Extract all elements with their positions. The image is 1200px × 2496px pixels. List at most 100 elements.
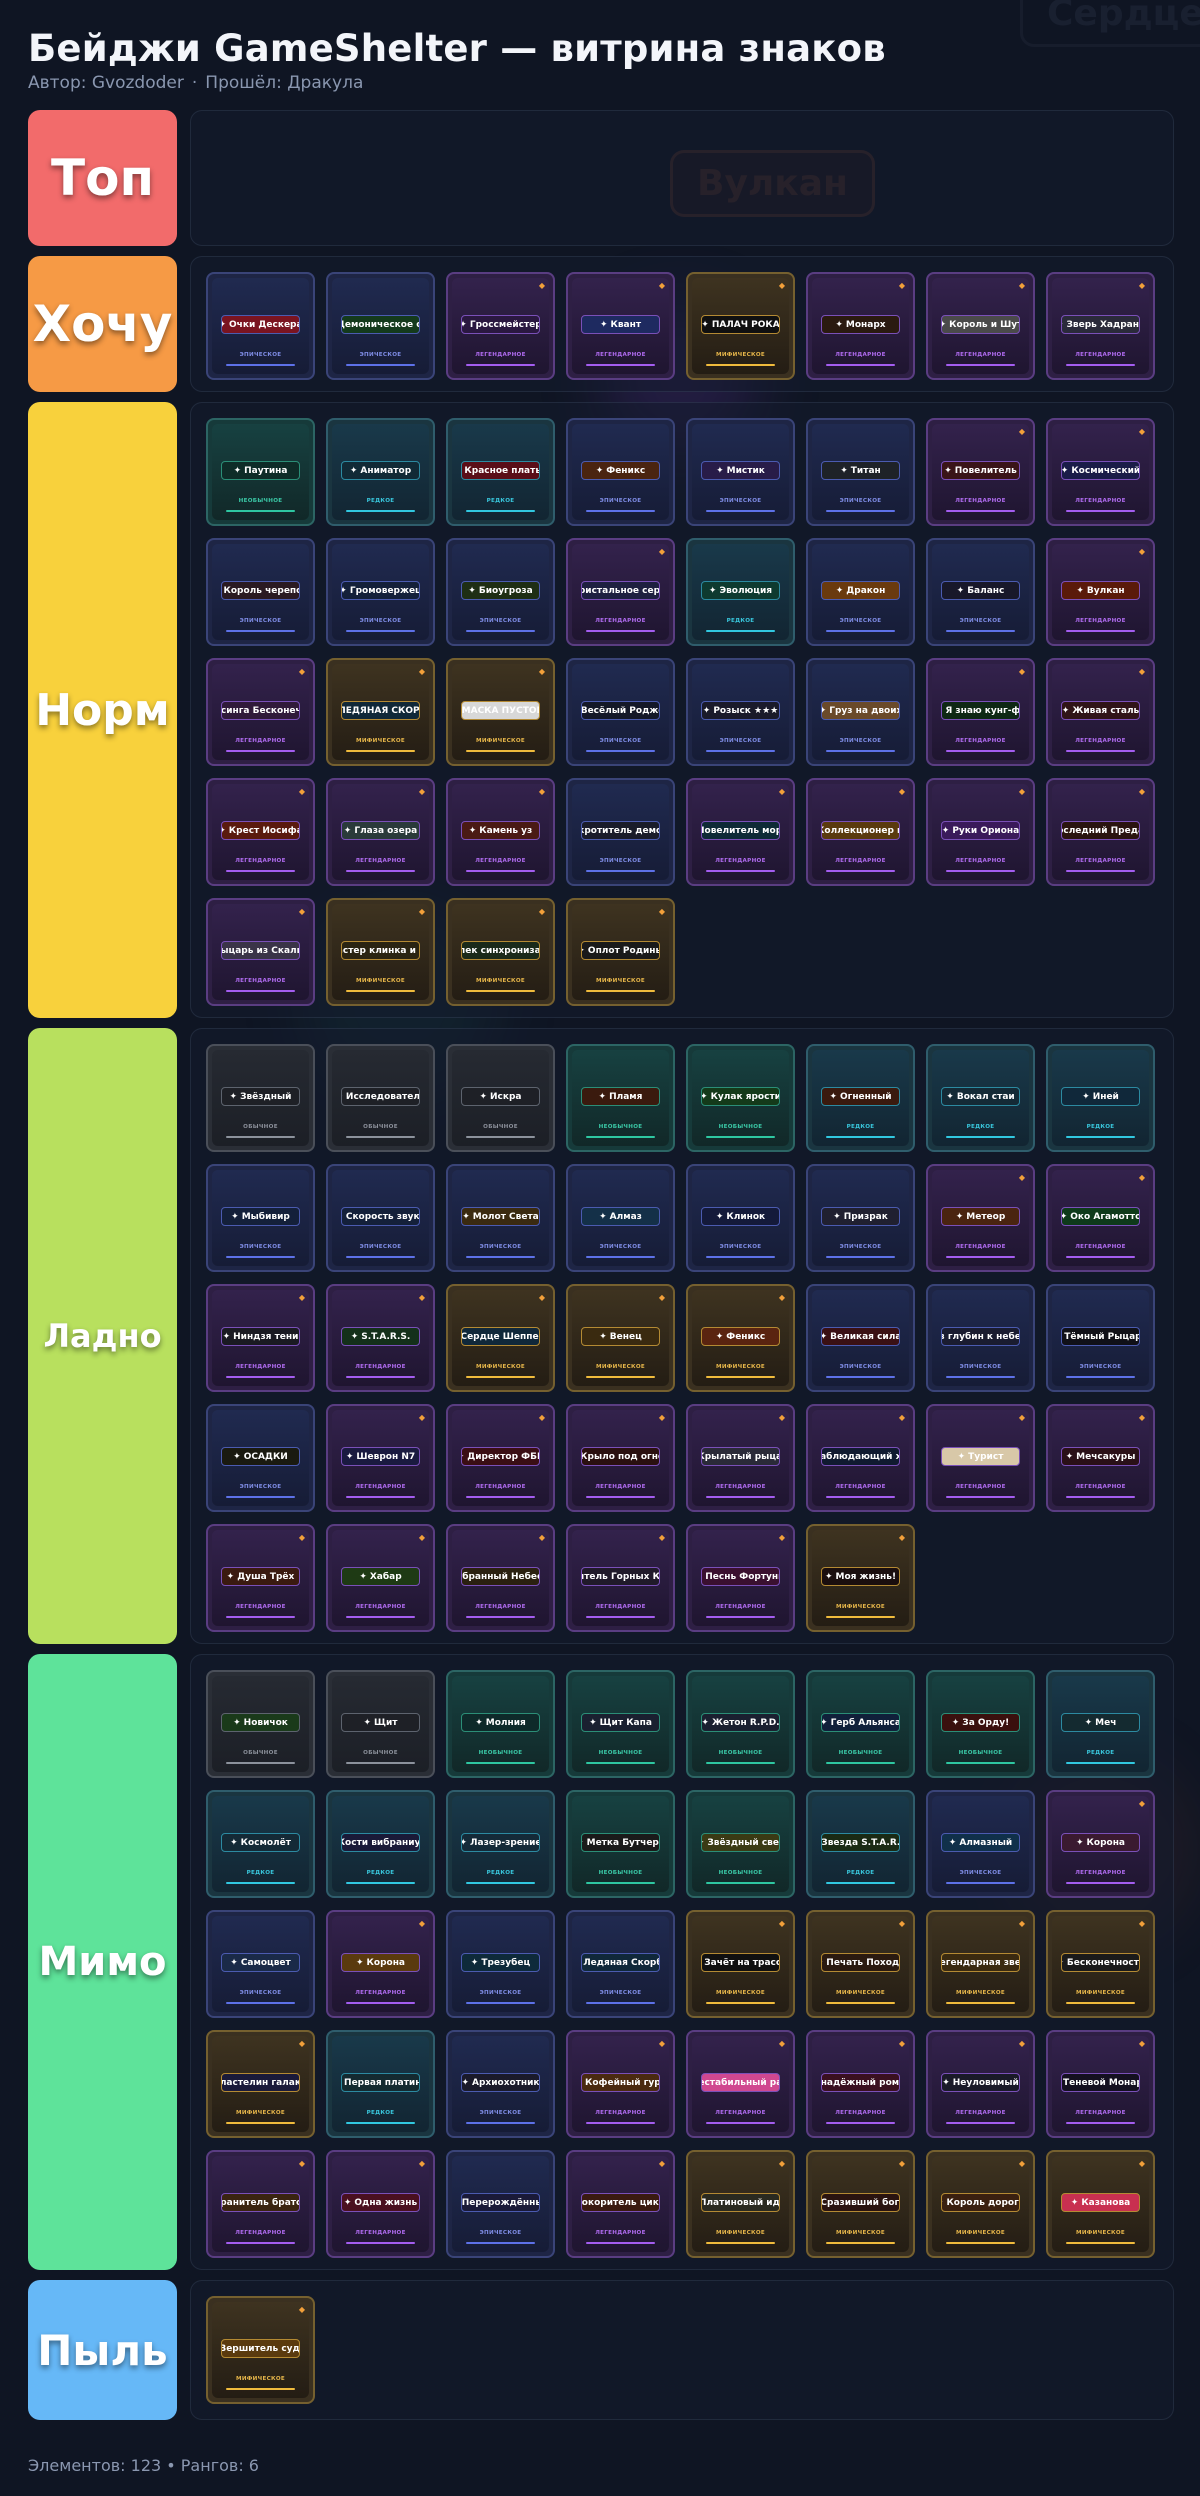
badge-card[interactable]: ◆ ✦ Мечсакуры ЛЕГЕНДАРНОЕ	[1046, 1404, 1155, 1512]
badge-card[interactable]: ◆ ✦ Венец МИФИЧЕСКОЕ	[566, 1284, 675, 1392]
badge-card[interactable]: ✦ Архиохотник ЭПИЧЕСКОЕ	[446, 2030, 555, 2138]
badge-card[interactable]: ◆ ✦ Живая сталь ЛЕГЕНДАРНОЕ	[1046, 658, 1155, 766]
badge-card[interactable]: ✦ Вокал стаи РЕДКОЕ	[926, 1044, 1035, 1152]
badge-card[interactable]: ◆ ✦ Шеврон N7 ЛЕГЕНДАРНОЕ	[326, 1404, 435, 1512]
badge-card[interactable]: ◆ ✦ Казанова МИФИЧЕСКОЕ	[1046, 2150, 1155, 2258]
tier-drop-area[interactable]: ✦ЗвёздныйОБЫЧНОЕ✦ИсследовательОБЫЧНОЕ✦Ис…	[190, 1028, 1174, 1644]
badge-card[interactable]: ✦ Молот Света ЭПИЧЕСКОЕ	[446, 1164, 555, 1272]
badge-card[interactable]: ◆ ✦Коллекционер игр ЛЕГЕНДАРНОЕ	[806, 778, 915, 886]
badge-card[interactable]: ✦ Мистик ЭПИЧЕСКОЕ	[686, 418, 795, 526]
tier-drop-area[interactable]: ✦ Новичок ОБЫЧНОЕ ✦ Щит ОБЫЧНОЕ ✦ Молния НЕОБЫЧН…	[190, 1654, 1174, 2270]
badge-card[interactable]: ◆ ✦ Турист ЛЕГЕНДАРНОЕ	[926, 1404, 1035, 1512]
badge-card[interactable]: ✦ Жетон R.P.D. НЕОБЫЧНОЕ	[686, 1670, 795, 1778]
badge-card[interactable]: ✦Скорость звука ЭПИЧЕСКОЕ	[326, 1164, 435, 1272]
badge-card[interactable]: ◆ ✦ S.T.A.R.S. ЛЕГЕНДАРНОЕ	[326, 1284, 435, 1392]
badge-card[interactable]: ◆ ✦Рыцарь из Скалицы ЛЕГЕНДАРНОЕ	[206, 898, 315, 1006]
badge-card[interactable]: ✦ Мыбивир ЭПИЧЕСКОЕ	[206, 1164, 315, 1272]
badge-card[interactable]: ◆ ✦ Корона ЛЕГЕНДАРНОЕ	[1046, 1790, 1155, 1898]
badge-card[interactable]: ◆ ✦ Камень уз ЛЕГЕНДАРНОЕ	[446, 778, 555, 886]
badge-card[interactable]: ✦Демоническое око ЭПИЧЕСКОЕ	[326, 272, 435, 380]
badge-card[interactable]: ✦ Самоцвет ЭПИЧЕСКОЕ	[206, 1910, 315, 2018]
badge-card[interactable]: ✦ За Орду! НЕОБЫЧНОЕ	[926, 1670, 1035, 1778]
badge-card[interactable]: ✦ Меч РЕДКОЕ	[1046, 1670, 1155, 1778]
badge-card[interactable]: ✦Громовержец ЭПИЧЕСКОЕ	[326, 538, 435, 646]
badge-card[interactable]: ◆ ✦ ПАЛАЧ РОКА МИФИЧЕСКОЕ	[686, 272, 795, 380]
badge-card[interactable]: ✦ Титан ЭПИЧЕСКОЕ	[806, 418, 915, 526]
badge-card[interactable]: ◆ ✦Повелитель морей ЛЕГЕНДАРНОЕ	[686, 778, 795, 886]
badge-card[interactable]: ◆ ✦Избранный Небесами ЛЕГЕНДАРНОЕ	[446, 1524, 555, 1632]
badge-card[interactable]: ◆ ✦Властелин галактик МИФИЧЕСКОЕ	[206, 2030, 315, 2138]
badge-card[interactable]: ✦Лазер-зрение РЕДКОЕ	[446, 1790, 555, 1898]
badge-card[interactable]: ◆ ✦ Руки Ориона ЛЕГЕНДАРНОЕ	[926, 778, 1035, 886]
tier-label[interactable]: Хочу	[28, 256, 177, 392]
badge-card[interactable]: ◆ ✦Око Агамотто ЛЕГЕНДАРНОЕ	[1046, 1164, 1155, 1272]
badge-card[interactable]: ◆ ✦Король дороги МИФИЧЕСКОЕ	[926, 2150, 1035, 2258]
badge-card[interactable]: ✦ Огненный РЕДКОЕ	[806, 1044, 915, 1152]
badge-card[interactable]: ◆ ✦Последний Предатор ЛЕГЕНДАРНОЕ	[1046, 778, 1155, 886]
badge-card[interactable]: ✦Очки Дескера ЭПИЧЕСКОЕ	[206, 272, 315, 380]
badge-card[interactable]: ◆ ✦Мастер клинка и лука МИФИЧЕСКОЕ	[326, 898, 435, 1006]
badge-card[interactable]: ✦Король черепов ЭПИЧЕСКОЕ	[206, 538, 315, 646]
badge-card[interactable]: ✦ Звёздный ОБЫЧНОЕ	[206, 1044, 315, 1152]
badge-card[interactable]: ✦Укротитель демонов ЭПИЧЕСКОЕ	[566, 778, 675, 886]
badge-card[interactable]: ◆ ✦Крест Иосифа ЛЕГЕНДАРНОЕ	[206, 778, 315, 886]
badge-card[interactable]: ◆ ✦Гроссмейстер ЛЕГЕНДАРНОЕ	[446, 272, 555, 380]
badge-card[interactable]: ◆ ✦Кристальное сердце ЛЕГЕНДАРНОЕ	[566, 538, 675, 646]
badge-card[interactable]: ◆ ✦Крылатый рыцарь ЛЕГЕНДАРНОЕ	[686, 1404, 795, 1512]
badge-card[interactable]: ✦Ледяная Скорбь ЭПИЧЕСКОЕ	[566, 1910, 675, 2018]
badge-card[interactable]: ✦Герб Альянса НЕОБЫЧНОЕ	[806, 1670, 915, 1778]
badge-card[interactable]: ◆ ✦Легендарная звезда МИФИЧЕСКОЕ	[926, 1910, 1035, 2018]
badge-card[interactable]: ◆ ✦ Моя жизнь! МИФИЧЕСКОЕ	[806, 1524, 915, 1632]
badge-card[interactable]: ◆ ✦ Одна жизнь ЛЕГЕНДАРНОЕ	[326, 2150, 435, 2258]
badge-card[interactable]: ✦ Эволюция РЕДКОЕ	[686, 538, 795, 646]
badge-card[interactable]: ◆ ✦ Душа Трёх ЛЕГЕНДАРНОЕ	[206, 1524, 315, 1632]
badge-card[interactable]: ◆ ✦Кофейный гуру ЛЕГЕНДАРНОЕ	[566, 2030, 675, 2138]
badge-card[interactable]: ✦Красное платье РЕДКОЕ	[446, 418, 555, 526]
badge-card[interactable]: ◆ ✦Вершитель судеб МИФИЧЕСКОЕ	[206, 2296, 315, 2404]
badge-card[interactable]: ◆ ✦Директор ФБК ЛЕГЕНДАРНОЕ	[446, 1404, 555, 1512]
badge-card[interactable]: ◆ ✦Нестабильный разум ЛЕГЕНДАРНОЕ	[686, 2030, 795, 2138]
badge-card[interactable]: ◆ ✦Наблюдающий хаос ЛЕГЕНДАРНОЕ	[806, 1404, 915, 1512]
badge-card[interactable]: ◆ ✦ Повелитель ЛЕГЕНДАРНОЕ	[926, 418, 1035, 526]
badge-card[interactable]: ◆ ✦ Хабар ЛЕГЕНДАРНОЕ	[326, 1524, 435, 1632]
badge-card[interactable]: ✦ Молния НЕОБЫЧНОЕ	[446, 1670, 555, 1778]
badge-card[interactable]: ✦ Алмаз ЭПИЧЕСКОЕ	[566, 1164, 675, 1272]
badge-card[interactable]: ✦Метка Бутчера НЕОБЫЧНОЕ	[566, 1790, 675, 1898]
badge-card[interactable]: ◆ ✦ Космический ЛЕГЕНДАРНОЕ	[1046, 418, 1155, 526]
tier-drop-area[interactable]: ◆ ✦Вершитель судеб МИФИЧЕСКОЕ	[190, 2280, 1174, 2420]
badge-card[interactable]: ✦Весёлый Роджер ЭПИЧЕСКОЕ	[566, 658, 675, 766]
badge-card[interactable]: ✦Кости вибраниума РЕДКОЕ	[326, 1790, 435, 1898]
badge-card[interactable]: ◆ ✦Печать Похода МИФИЧЕСКОЕ	[806, 1910, 915, 2018]
badge-card[interactable]: ✦ Новичок ОБЫЧНОЕ	[206, 1670, 315, 1778]
badge-card[interactable]: ◆ ✦Король и Шут ЛЕГЕНДАРНОЕ	[926, 272, 1035, 380]
badge-card[interactable]: ✦ ОСАДКИ ЭПИЧЕСКОЕ	[206, 1404, 315, 1512]
badge-card[interactable]: ✦Перерождённый ЭПИЧЕСКОЕ	[446, 2150, 555, 2258]
badge-card[interactable]: ◆ ✦Пирсинга Бесконечности ЛЕГЕНДАРНОЕ	[206, 658, 315, 766]
badge-card[interactable]: ✦Из глубин к небесам ЭПИЧЕСКОЕ	[926, 1284, 1035, 1392]
badge-card[interactable]: ✦ Алмазный ЭПИЧЕСКОЕ	[926, 1790, 1035, 1898]
badge-card[interactable]: ◆ ✦Платиновый идол МИФИЧЕСКОЕ	[686, 2150, 795, 2258]
badge-card[interactable]: ✦ Трезубец ЭПИЧЕСКОЕ	[446, 1910, 555, 2018]
badge-card[interactable]: ✦ Дракон ЭПИЧЕСКОЕ	[806, 538, 915, 646]
badge-card[interactable]: ◆ ✦ Монарх ЛЕГЕНДАРНОЕ	[806, 272, 915, 380]
badge-card[interactable]: ◆ ✦Песнь Фортуны ЛЕГЕНДАРНОЕ	[686, 1524, 795, 1632]
tier-label[interactable]: Норм	[28, 402, 177, 1018]
badge-card[interactable]: ✦Исследователь ОБЫЧНОЕ	[326, 1044, 435, 1152]
badge-card[interactable]: ✦Тёмный Рыцарь ЭПИЧЕСКОЕ	[1046, 1284, 1155, 1392]
badge-card[interactable]: ◆ ✦ Метеор ЛЕГЕНДАРНОЕ	[926, 1164, 1035, 1272]
badge-card[interactable]: ◆ ✦Зверь Хадрана ЛЕГЕНДАРНОЕ	[1046, 272, 1155, 380]
badge-card[interactable]: ◆ ✦Я знаю кунг-фу ЛЕГЕНДАРНОЕ	[926, 658, 1035, 766]
badge-card[interactable]: ✦ Призрак ЭПИЧЕСКОЕ	[806, 1164, 915, 1272]
badge-card[interactable]: ◆ ✦ Корона ЛЕГЕНДАРНОЕ	[326, 1910, 435, 2018]
badge-card[interactable]: ✦Кулак ярости НЕОБЫЧНОЕ	[686, 1044, 795, 1152]
badge-card[interactable]: ◆ ✦ Феникс МИФИЧЕСКОЕ	[686, 1284, 795, 1392]
badge-card[interactable]: ✦ Пламя НЕОБЫЧНОЕ	[566, 1044, 675, 1152]
badge-card[interactable]: ✦ Клинок ЭПИЧЕСКОЕ	[686, 1164, 795, 1272]
badge-card[interactable]: ✦ Розыск ★★★ ЭПИЧЕСКОЕ	[686, 658, 795, 766]
badge-card[interactable]: ✦ Щит Капа НЕОБЫЧНОЕ	[566, 1670, 675, 1778]
tier-label[interactable]: Топ	[28, 110, 177, 246]
badge-card[interactable]: ◆ ✦Разрушитель Горных Королевств ЛЕГЕНДАРН…	[566, 1524, 675, 1632]
badge-card[interactable]: ◆ ✦ЛЕДЯНАЯ СКОРБЬ МИФИЧЕСКОЕ	[326, 658, 435, 766]
badge-card[interactable]: ◆ ✦Крыло под огнём ЛЕГЕНДАРНОЕ	[566, 1404, 675, 1512]
badge-card[interactable]: ✦Звезда S.T.A.R.S. РЕДКОЕ	[806, 1790, 915, 1898]
